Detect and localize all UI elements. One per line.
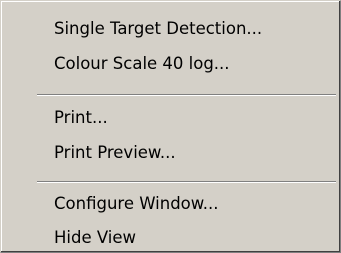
menu-item-hide-view[interactable]: Hide View — [54, 224, 136, 252]
menu-item-print-preview[interactable]: Print Preview... — [54, 139, 176, 167]
menu-item-colour-scale[interactable]: Colour Scale 40 log... — [54, 50, 230, 78]
menu-separator — [37, 94, 336, 96]
menu-item-print[interactable]: Print... — [54, 104, 108, 132]
menu-item-configure-window[interactable]: Configure Window... — [54, 190, 219, 218]
menu-item-single-target-detection[interactable]: Single Target Detection... — [54, 15, 262, 43]
menu-separator — [37, 181, 336, 183]
context-menu: Single Target Detection... Colour Scale … — [0, 0, 341, 253]
